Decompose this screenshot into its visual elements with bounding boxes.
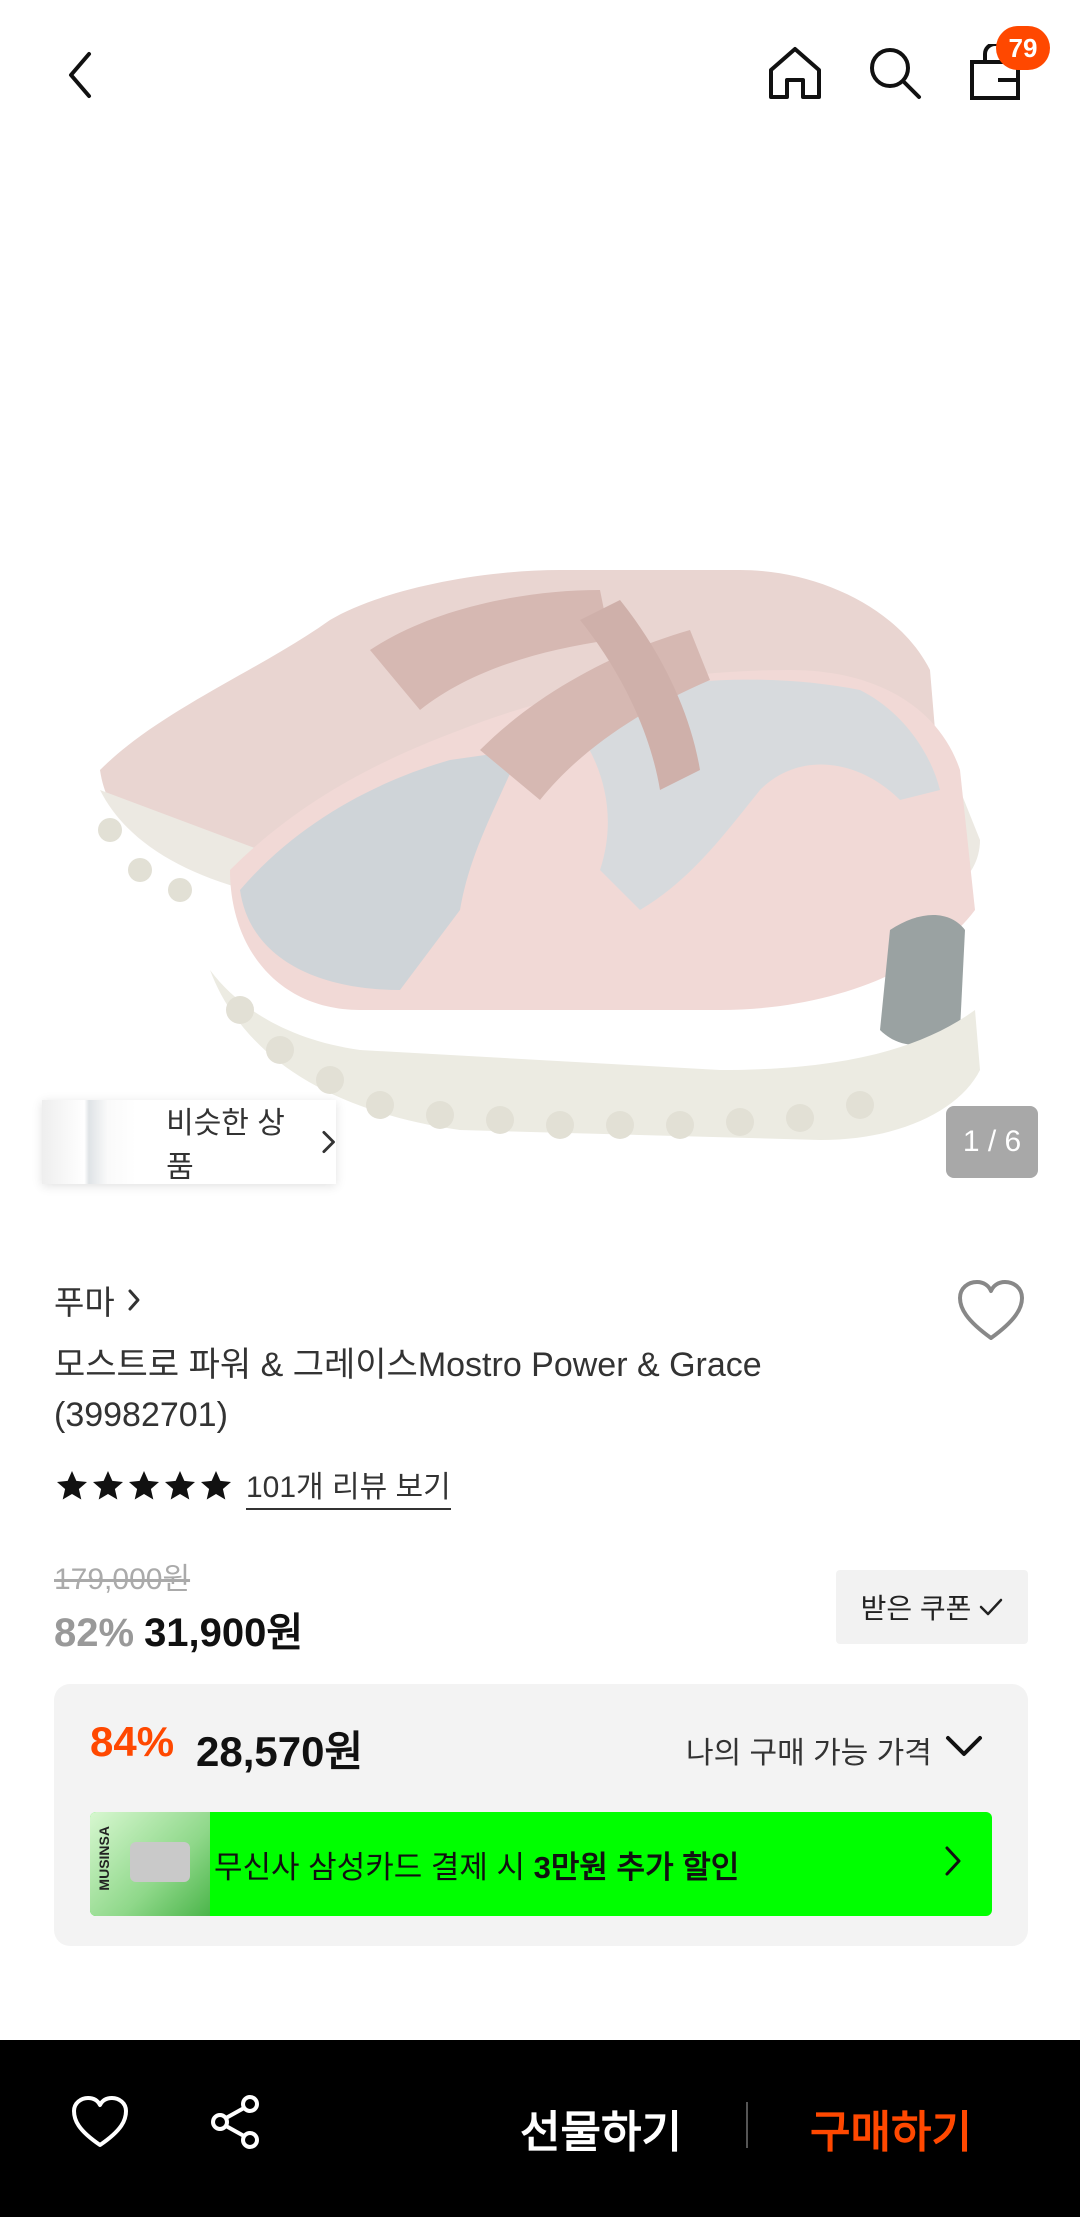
card-banner-prefix: 무신사 삼성카드 결제 시	[214, 1849, 534, 1885]
rating-row: 101개 리뷰 보기	[54, 1462, 451, 1510]
brand-name: 푸마	[54, 1284, 115, 1321]
sale-price: 31,900원	[144, 1611, 304, 1655]
my-price: 28,570원	[196, 1728, 364, 1775]
star-icon	[93, 1471, 123, 1500]
bottom-divider	[746, 2102, 748, 2148]
star-rating	[54, 1468, 234, 1504]
my-price-label[interactable]: 나의 구매 가능 가격	[686, 1728, 932, 1772]
card-chip	[130, 1842, 190, 1882]
sale-price-row: 82% 31,900원	[54, 1600, 303, 1658]
top-bar: 79	[0, 0, 1080, 150]
card-brand-text: MUSINSA	[96, 1826, 112, 1891]
wishlist-button[interactable]	[956, 1278, 1026, 1344]
buy-button[interactable]: 구매하기	[810, 2096, 972, 2160]
review-link[interactable]: 101개 리뷰 보기	[246, 1462, 451, 1510]
sneaker-illustration	[98, 570, 980, 1140]
similar-products-button[interactable]: 비슷한 상품	[42, 1100, 336, 1184]
card-image: MUSINSA	[90, 1812, 210, 1916]
bottom-wishlist-button[interactable]	[70, 2094, 130, 2150]
heart-icon	[958, 1280, 1024, 1340]
share-button[interactable]	[206, 2092, 266, 2152]
discount-percent: 82%	[54, 1611, 135, 1655]
home-icon	[769, 47, 821, 99]
home-button[interactable]	[760, 38, 830, 108]
share-icon	[211, 2095, 259, 2149]
coupon-button[interactable]: 받은 쿠폰	[836, 1570, 1028, 1644]
original-price: 179,000원	[54, 1563, 191, 1596]
star-icon	[57, 1471, 87, 1500]
chevron-right-icon	[128, 1289, 140, 1311]
star-icon	[201, 1471, 231, 1500]
gift-button[interactable]: 선물하기	[520, 2096, 682, 2160]
chevron-down-icon[interactable]	[942, 1724, 986, 1768]
star-icon	[129, 1471, 159, 1500]
check-icon	[980, 1598, 1003, 1616]
brand-link[interactable]: 푸마	[54, 1276, 141, 1324]
card-banner-text: 무신사 삼성카드 결제 시 3만원 추가 할인	[214, 1842, 739, 1887]
card-discount-banner[interactable]: MUSINSA 무신사 삼성카드 결제 시 3만원 추가 할인	[90, 1812, 992, 1916]
cart-count-badge: 79	[996, 26, 1050, 70]
star-icon	[165, 1471, 195, 1500]
bottom-action-bar: 선물하기 구매하기	[0, 2040, 1080, 2217]
coupon-label: 받은 쿠폰	[860, 1593, 972, 1624]
heart-icon	[72, 2096, 128, 2147]
search-icon	[870, 48, 921, 99]
my-discount-percent: 84%	[90, 1718, 175, 1765]
card-banner-bold: 3만원 추가 할인	[533, 1849, 740, 1885]
back-icon	[69, 52, 91, 98]
chevron-right-icon	[322, 1130, 335, 1154]
search-button[interactable]	[860, 38, 930, 108]
product-image[interactable]	[0, 150, 1080, 1200]
chevron-right-icon	[945, 1846, 961, 1876]
similar-products-label: 비슷한 상품	[166, 1107, 285, 1184]
image-counter: 1 / 6	[946, 1106, 1038, 1178]
product-title: 모스트로 파워 & 그레이스Mostro Power & Grace (3998…	[54, 1346, 762, 1434]
back-button[interactable]	[50, 40, 110, 110]
similar-product-thumbnail	[42, 1100, 137, 1184]
my-price-panel: 84% 28,570원 나의 구매 가능 가격 MUSINSA 무신사 삼성카드…	[54, 1684, 1028, 1946]
